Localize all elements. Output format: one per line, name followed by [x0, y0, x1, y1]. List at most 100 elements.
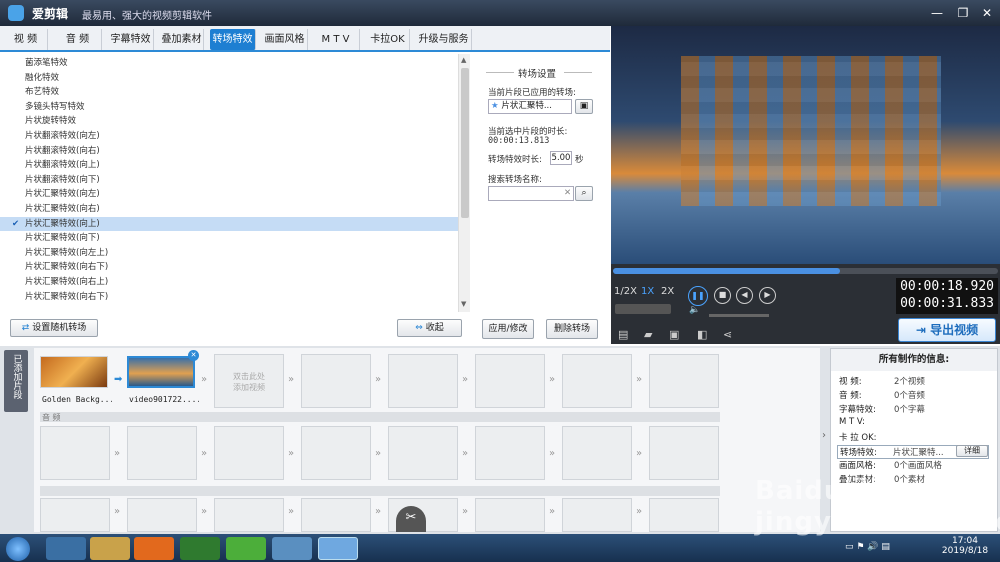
tab-5[interactable]: 画面风格	[262, 29, 308, 50]
stop-icon[interactable]: ■	[714, 287, 731, 304]
tab-2[interactable]: 字幕特效	[108, 29, 154, 50]
transition-item[interactable]: ✔ 片状汇聚特效(向上)	[0, 216, 458, 232]
volume-icon[interactable]: 🔈	[689, 305, 700, 315]
app-slogan: 最易用、强大的视频剪辑软件	[82, 11, 212, 22]
export-video-button[interactable]: ⇥ 导出视频	[898, 318, 996, 342]
transition-item[interactable]: 片状汇聚特效(向左上)	[0, 246, 458, 261]
transition-item[interactable]: 片状汇聚特效(向右下)	[0, 290, 458, 305]
main-tabs: 视 频音 频字幕特效 叠加素材 转场特效 画面风格 M T V 卡拉OK 升级与服务	[0, 26, 610, 52]
refresh-app-icon[interactable]	[226, 537, 266, 560]
save-as-icon[interactable]: ◧	[697, 328, 707, 341]
overlay-slot[interactable]	[127, 498, 197, 532]
share-icon[interactable]: ⋖	[723, 328, 732, 341]
clear-icon[interactable]: ✕	[564, 188, 571, 198]
firefox-icon[interactable]	[134, 537, 174, 560]
audio-slot[interactable]	[562, 426, 632, 480]
clip-thumbnail-selected[interactable]	[127, 356, 195, 388]
explorer-icon[interactable]	[90, 537, 130, 560]
tab-7[interactable]: 卡拉OK	[366, 29, 410, 50]
scroll-down-icon[interactable]: ▼	[461, 300, 466, 308]
scissors-icon[interactable]: ✂	[396, 506, 426, 532]
tray-icons[interactable]: ▭ ⚑ 🔊 ▤	[845, 542, 890, 552]
next-frame-icon[interactable]: ▶	[759, 287, 776, 304]
collapse-button[interactable]: ⇔ 收起	[397, 319, 462, 337]
video-preview[interactable]	[611, 26, 1000, 264]
open-folder-icon[interactable]: ▰	[644, 328, 652, 341]
search-input[interactable]	[488, 186, 574, 201]
audio-slot[interactable]	[127, 426, 197, 480]
rewind-forward-bar[interactable]	[615, 304, 671, 314]
playback-progress[interactable]	[613, 268, 998, 274]
expand-panel-icon[interactable]: ›	[822, 430, 826, 441]
save-icon[interactable]: ▣	[669, 328, 679, 341]
detail-button[interactable]: 详细	[956, 445, 988, 457]
clip-slot[interactable]	[388, 354, 458, 408]
transition-item[interactable]: 片状汇聚特效(向右下)	[0, 260, 458, 275]
minimize-icon[interactable]: —	[928, 4, 946, 22]
aijianji-taskbar-icon[interactable]	[318, 537, 358, 560]
delete-transition-button[interactable]: 删除转场	[546, 319, 598, 339]
transition-item[interactable]: 片状翻滚特效(向上)	[0, 158, 458, 173]
overlay-slot[interactable]	[475, 498, 545, 532]
prev-frame-icon[interactable]: ◀	[736, 287, 753, 304]
close-icon[interactable]: ✕	[978, 4, 996, 22]
speed-double[interactable]: 2X	[661, 286, 674, 297]
tab-0[interactable]: 视 频	[4, 29, 48, 50]
add-clip-slot[interactable]: 双击此处 添加视频	[214, 354, 284, 408]
audio-slot[interactable]	[475, 426, 545, 480]
clip-slot[interactable]	[562, 354, 632, 408]
overlay-slot[interactable]	[214, 498, 284, 532]
transition-item[interactable]: 片状旋转特效	[0, 114, 458, 129]
effect-duration-input[interactable]: 5.00	[550, 151, 572, 165]
clip-slot[interactable]	[475, 354, 545, 408]
restore-icon[interactable]: ❐	[954, 4, 972, 22]
overlay-slot[interactable]	[562, 498, 632, 532]
transition-item[interactable]: 菌添笔特效	[0, 56, 458, 71]
transition-item[interactable]: 片状翻滚特效(向下)	[0, 173, 458, 188]
apply-button[interactable]: 应用/修改	[482, 319, 534, 339]
clip-thumbnail[interactable]	[40, 356, 108, 388]
transition-item[interactable]: 片状汇聚特效(向左)	[0, 187, 458, 202]
start-button[interactable]	[6, 537, 30, 561]
remove-clip-icon[interactable]: ✕	[188, 350, 199, 361]
taskbar-app-icon[interactable]	[46, 537, 86, 560]
audio-slot[interactable]	[40, 426, 110, 480]
overlay-slot[interactable]	[649, 498, 719, 532]
pause-icon[interactable]: ❚❚	[688, 286, 708, 306]
speed-half[interactable]: 1/2X	[614, 286, 637, 297]
transition-item[interactable]: 片状翻滚特效(向右)	[0, 144, 458, 159]
volume-slider[interactable]	[709, 314, 769, 317]
audio-slot[interactable]	[388, 426, 458, 480]
transition-item[interactable]: 多镜头特写特效	[0, 100, 458, 115]
random-transition-button[interactable]: ⇄ 设置随机转场	[10, 319, 98, 337]
transition-item[interactable]: 融化特效	[0, 71, 458, 86]
random-transition-label: 设置随机转场	[32, 323, 87, 333]
media-app-icon[interactable]	[180, 537, 220, 560]
transition-item[interactable]: 片状汇聚特效(向右)	[0, 202, 458, 217]
audio-slot[interactable]	[301, 426, 371, 480]
overlay-slot[interactable]	[40, 498, 110, 532]
tab-6[interactable]: M T V	[312, 29, 360, 50]
clip-slot[interactable]	[649, 354, 719, 408]
tab-1[interactable]: 音 频	[54, 29, 102, 50]
scroll-thumb[interactable]	[461, 68, 469, 218]
clip-slot[interactable]	[301, 354, 371, 408]
tab-4[interactable]: 转场特效	[210, 29, 256, 50]
search-icon[interactable]: ⌕	[575, 186, 593, 201]
transition-item[interactable]: 布艺特效	[0, 85, 458, 100]
list-scrollbar[interactable]: ▲ ▼	[458, 54, 470, 312]
audio-slot[interactable]	[214, 426, 284, 480]
new-project-icon[interactable]: ▤	[618, 328, 628, 341]
tab-8[interactable]: 升级与服务	[416, 29, 472, 50]
audio-slot[interactable]	[649, 426, 719, 480]
preview-transition-icon[interactable]: ▣	[575, 99, 593, 114]
overlay-slot[interactable]	[301, 498, 371, 532]
tab-3[interactable]: 叠加素材	[160, 29, 204, 50]
added-clips-tab[interactable]: 已添加片段	[4, 350, 28, 412]
scroll-up-icon[interactable]: ▲	[461, 56, 466, 64]
notes-app-icon[interactable]	[272, 537, 312, 560]
transition-item[interactable]: 片状翻滚特效(向左)	[0, 129, 458, 144]
transition-item[interactable]: 片状汇聚特效(向右上)	[0, 275, 458, 290]
transition-item[interactable]: 片状汇聚特效(向下)	[0, 231, 458, 246]
speed-normal[interactable]: 1X	[641, 286, 654, 297]
